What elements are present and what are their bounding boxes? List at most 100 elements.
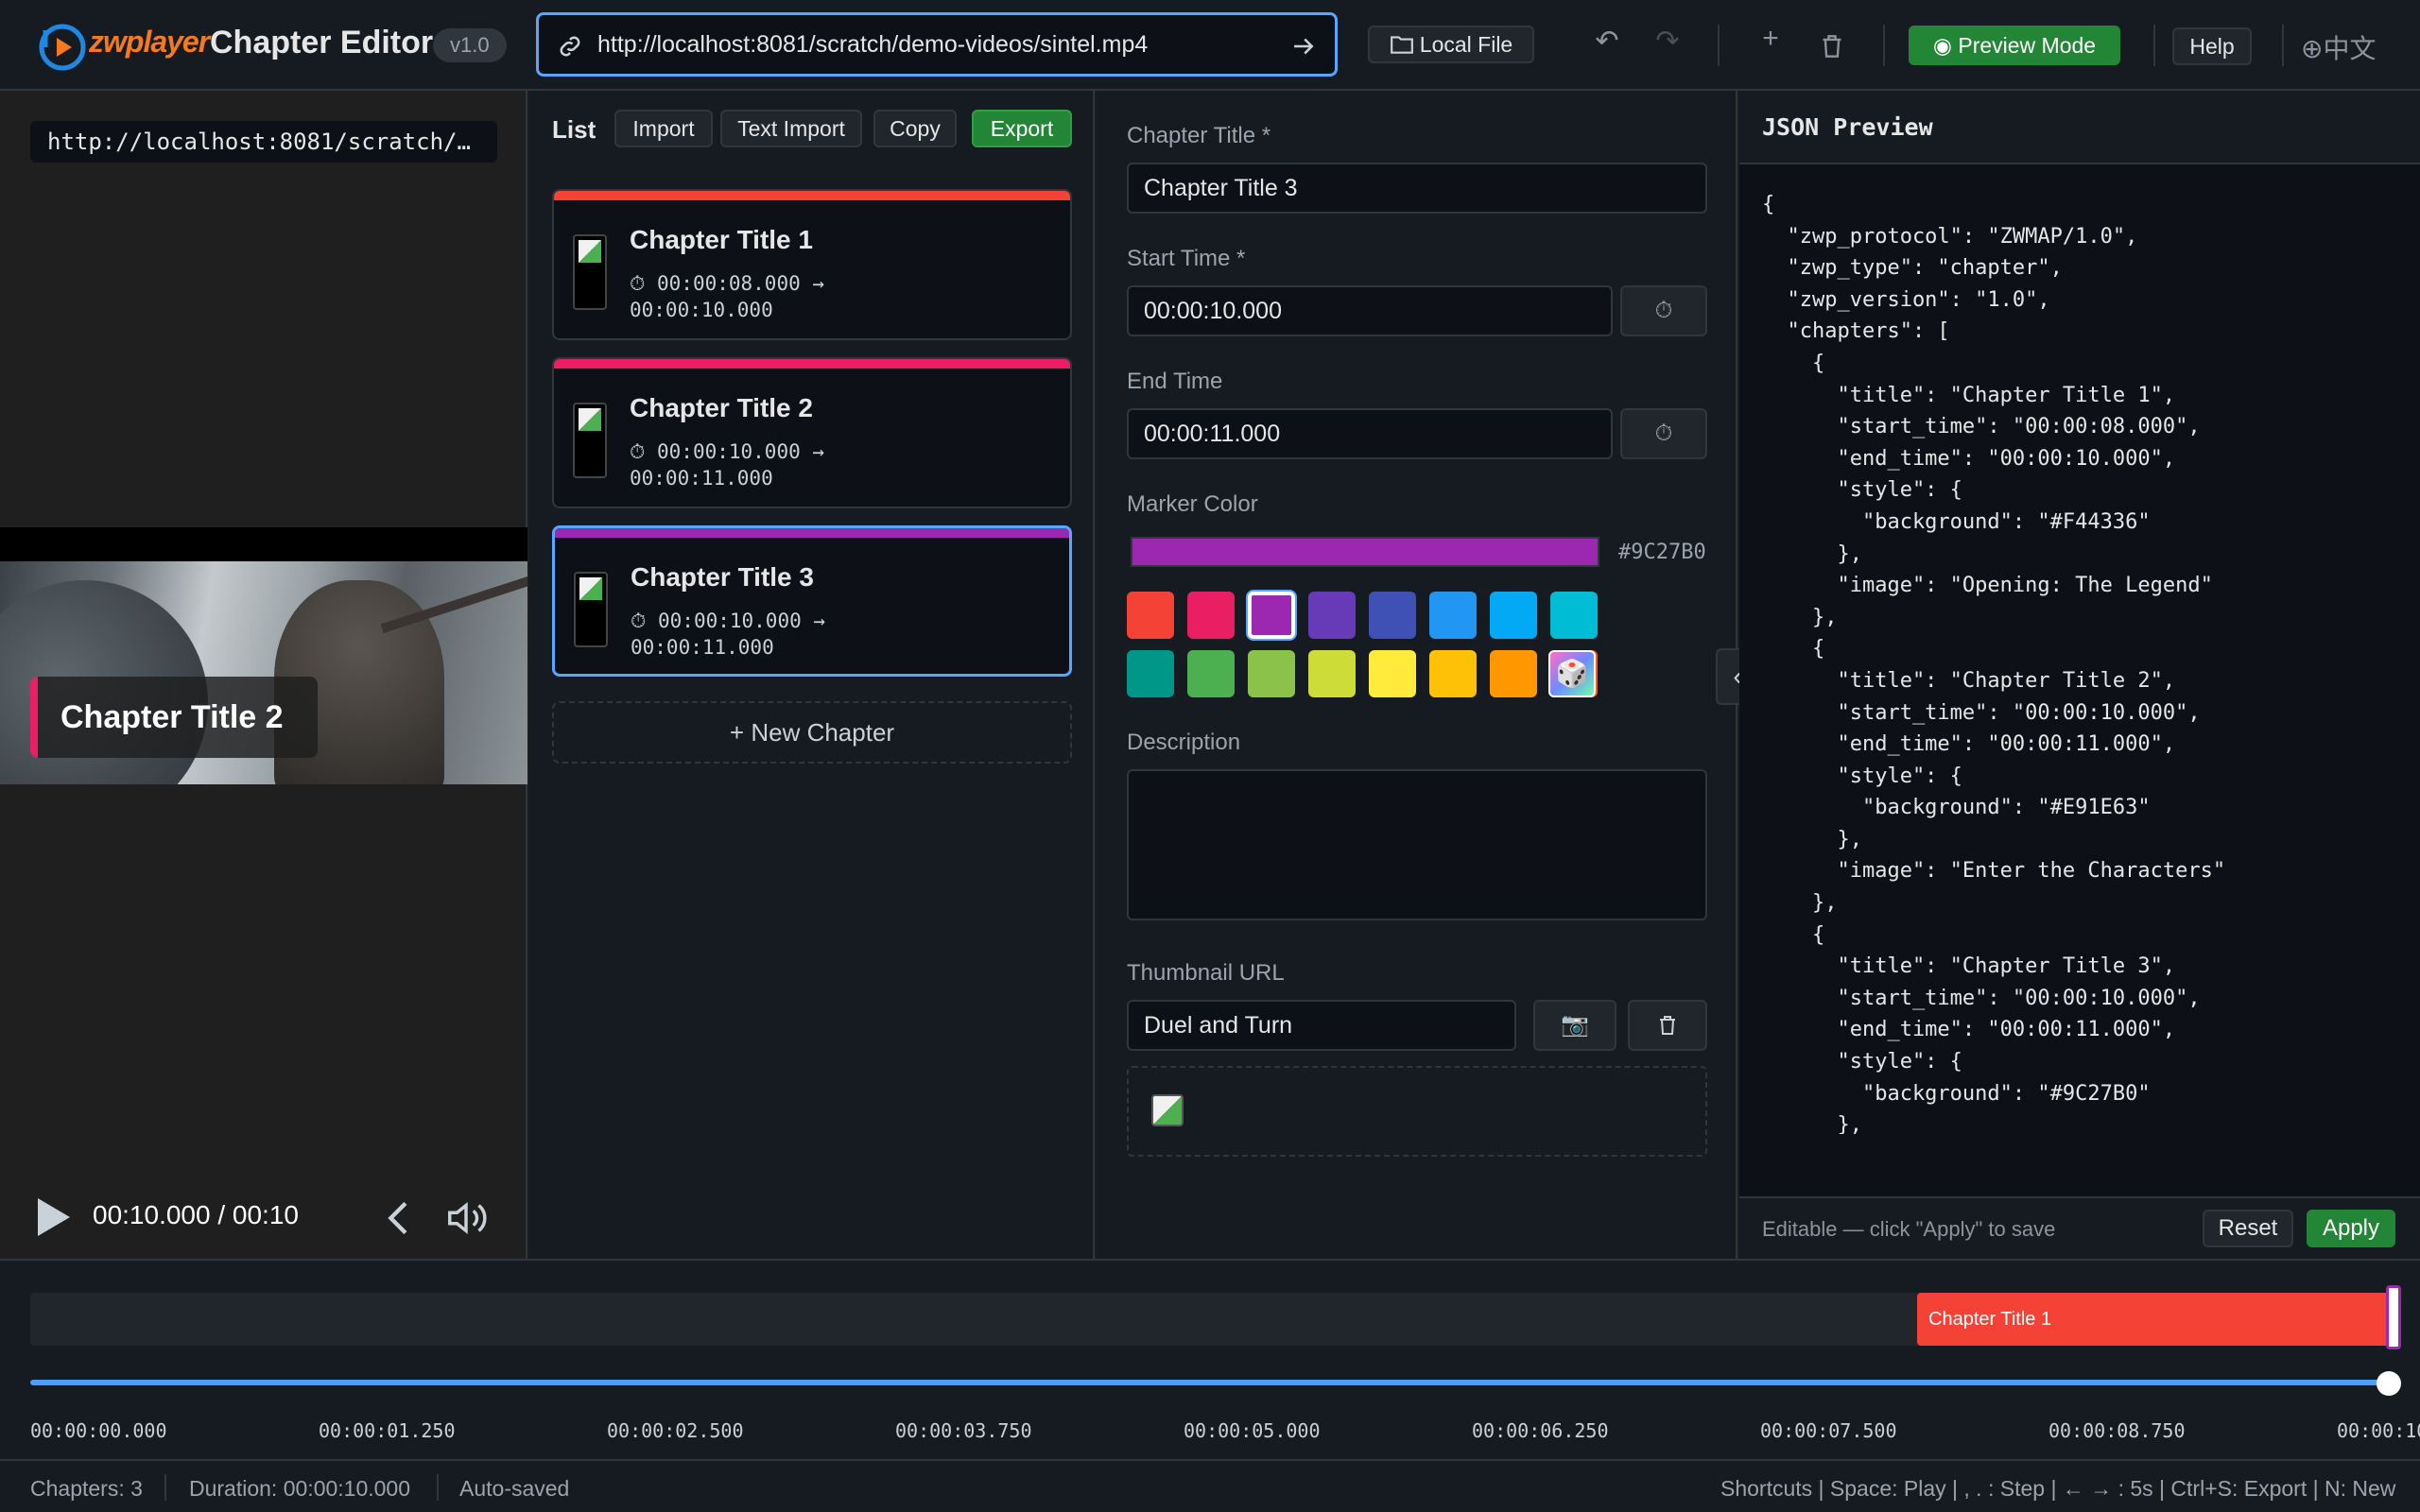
chapter-end: 00:00:11.000 [631,636,774,659]
color-swatch[interactable] [1248,650,1295,697]
apply-button[interactable]: Apply [2307,1210,2395,1247]
color-swatch[interactable] [1369,650,1416,697]
chapter-end: 00:00:10.000 [630,299,773,321]
redo-icon[interactable]: ↷ [1649,25,1686,58]
timer-icon: ⏱ [1654,421,1673,446]
chapter-time-range: ⏱ 00:00:10.000 → 00:00:11.000 [631,608,933,661]
tab-list[interactable]: List [552,115,596,145]
chapter-title: Chapter Title 1 [630,225,813,254]
color-swatch[interactable] [1127,592,1174,639]
set-end-from-player-button[interactable]: ⏱ [1620,408,1707,459]
volume-icon[interactable] [444,1196,488,1240]
chapter-card[interactable]: Chapter Title 1 ⏱ 00:00:08.000 → 00:00:10… [552,189,1072,340]
chapter-overlay-title: Chapter Title 2 [30,677,318,758]
chapter-color-bar [554,359,1070,369]
chapter-count: Chapters: 3 [30,1476,143,1501]
json-editor[interactable]: { "zwp_protocol": "ZWMAP/1.0", "zwp_type… [1762,189,2405,1134]
playback-progress-bar[interactable] [30,1380,2390,1385]
chapter-card[interactable]: Chapter Title 2 ⏱ 00:00:10.000 → 00:00:11… [552,357,1072,508]
chapter-thumbnail [574,572,608,647]
chevron-left-icon[interactable] [382,1200,416,1236]
color-swatch[interactable] [1490,650,1537,697]
thumbnail-url-input[interactable]: Duel and Turn [1127,1000,1516,1051]
start-time-label: Start Time * [1127,246,1246,271]
folder-icon [1390,36,1413,54]
chapter-start: ⏱ 00:00:08.000 → [630,272,825,295]
arrow-right-icon[interactable] [1289,32,1318,60]
video-url-field[interactable] [536,12,1338,77]
trash-icon [1660,1016,1675,1035]
color-swatch[interactable] [1248,592,1295,639]
chapter-start: ⏱ 00:00:10.000 → [631,610,826,632]
random-color-dice-icon[interactable]: 🎲 [1548,650,1596,697]
color-swatch[interactable] [1308,650,1356,697]
chapter-color-bar [554,191,1070,200]
video-url-input[interactable] [597,25,1259,64]
undo-icon[interactable]: ↶ [1588,25,1626,58]
set-start-from-player-button[interactable]: ⏱ [1620,285,1707,336]
chapter-list-panel: List Import Text Import Copy Export Chap… [529,91,1095,1259]
timer-icon: ⏱ [1654,298,1673,323]
capture-frame-button[interactable]: 📷 [1533,1000,1616,1051]
copy-button[interactable]: Copy [873,110,957,147]
start-time-input[interactable]: 00:00:10.000 [1127,285,1613,336]
chapter-title-input[interactable]: Chapter Title 3 [1127,163,1707,214]
globe-icon: ⊕ [2301,34,2324,63]
json-preview-header: JSON Preview [1739,91,2420,164]
language-label: 中文 [2323,34,2377,63]
color-swatch[interactable] [1308,592,1356,639]
play-icon[interactable] [34,1196,72,1238]
text-import-button[interactable]: Text Import [720,110,862,147]
add-chapter-icon[interactable]: + [1752,23,1789,55]
end-time-input[interactable]: 00:00:11.000 [1127,408,1613,459]
save-status: Auto-saved [459,1476,570,1501]
zwplayer-logo-icon [39,24,86,71]
local-file-label: Local File [1419,32,1513,57]
json-preview-panel: JSON Preview { "zwp_protocol": "ZWMAP/1.… [1739,91,2420,1259]
marker-color-label: Marker Color [1127,491,1258,517]
camera-icon: 📷 [1561,1012,1589,1038]
color-swatch[interactable] [1490,592,1537,639]
time-tick-label: 00:00:08.750 [2048,1419,2186,1442]
playhead-knob[interactable] [2377,1371,2401,1396]
eye-icon: ◉ [1932,33,1952,58]
duration-status: Duration: 00:00:10.000 [189,1476,411,1501]
chapter-thumbnail [573,403,607,478]
color-picker-input[interactable] [1131,537,1599,567]
color-swatch[interactable] [1429,650,1477,697]
color-swatch[interactable] [1429,592,1477,639]
video-url-tooltip: http://localhost:8081/scratch/… [30,121,497,163]
toolbar-divider [1718,25,1720,66]
color-swatch[interactable] [1187,592,1235,639]
new-chapter-button[interactable]: + New Chapter [552,701,1072,764]
chapter-marker-handle[interactable] [2386,1285,2401,1349]
clear-thumbnail-button[interactable] [1628,1000,1707,1051]
thumbnail-preview [1127,1066,1707,1157]
color-swatch[interactable] [1127,650,1174,697]
import-button[interactable]: Import [614,110,713,147]
preview-mode-button[interactable]: ◉ Preview Mode [1909,26,2120,65]
time-tick-label: 00:00:10.000 [2337,1419,2420,1442]
chapter-card-selected[interactable]: Chapter Title 3 ⏱ 00:00:10.000 → 00:00:11… [552,525,1072,677]
time-tick-label: 00:00:03.750 [895,1419,1032,1442]
language-switch[interactable]: ⊕中文 [2301,28,2376,66]
time-tick-label: 00:00:02.500 [607,1419,744,1442]
color-swatch[interactable] [1369,592,1416,639]
description-textarea[interactable] [1127,769,1707,920]
video-panel: http://localhost:8081/scratch/… Chapter … [0,91,527,1259]
time-tick-label: 00:00:06.250 [1472,1419,1609,1442]
chapter-marker[interactable]: Chapter Title 1 [1917,1293,2394,1346]
color-swatch[interactable] [1187,650,1235,697]
trash-icon[interactable] [1821,34,1843,59]
json-preview-title: JSON Preview [1762,113,1933,141]
app-header: zwplayer Chapter Editor v1.0 Local File … [0,0,2420,91]
color-hex-value: #9C27B0 [1618,541,1706,564]
logo-text: zwplayer [89,25,210,59]
local-file-button[interactable]: Local File [1368,26,1534,63]
help-button[interactable]: Help [2172,27,2252,65]
time-tick-label: 00:00:00.000 [30,1419,167,1442]
color-swatch[interactable] [1550,592,1598,639]
export-button[interactable]: Export [972,110,1072,147]
keyboard-shortcuts: Shortcuts | Space: Play | , . : Step | ←… [1720,1476,2396,1501]
reset-button[interactable]: Reset [2203,1210,2293,1247]
